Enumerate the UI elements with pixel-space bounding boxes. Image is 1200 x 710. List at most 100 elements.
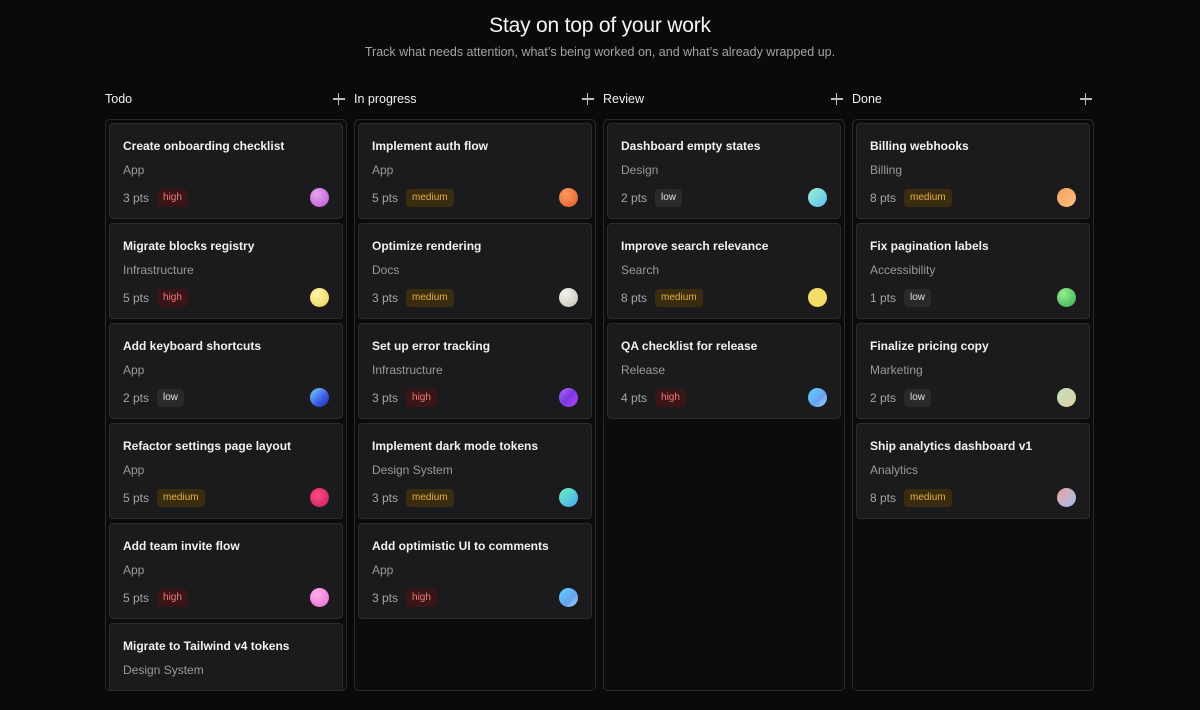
page-subtitle: Track what needs attention, what’s being… bbox=[364, 45, 836, 59]
task-card[interactable]: Billing webhooks Billing 8 pts medium bbox=[856, 123, 1090, 219]
card-meta: 5 pts medium bbox=[123, 488, 329, 507]
assignee-avatar[interactable] bbox=[1057, 488, 1076, 507]
priority-badge: medium bbox=[904, 188, 952, 207]
story-points: 3 pts bbox=[372, 390, 399, 405]
card-title: Create onboarding checklist bbox=[123, 139, 285, 153]
priority-badge: high bbox=[655, 388, 686, 407]
assignee-avatar[interactable] bbox=[808, 188, 827, 207]
card-meta: 2 pts low bbox=[123, 388, 329, 407]
card-meta: 3 pts medium bbox=[372, 488, 578, 507]
task-card[interactable]: Add optimistic UI to comments App 3 pts hig… bbox=[358, 523, 592, 619]
priority-badge: medium bbox=[406, 488, 454, 507]
story-points: 8 pts bbox=[621, 290, 648, 305]
card-meta: 4 pts high bbox=[621, 388, 827, 407]
assignee-avatar[interactable] bbox=[310, 188, 329, 207]
card-project: Docs bbox=[372, 263, 400, 277]
task-card[interactable]: Migrate to Tailwind v4 tokens Design Syst… bbox=[109, 623, 343, 690]
task-card[interactable]: Set up error tracking Infrastructure 3 pts… bbox=[358, 323, 592, 419]
task-card[interactable]: Optimize rendering Docs 3 pts medium bbox=[358, 223, 592, 319]
assignee-avatar[interactable] bbox=[559, 388, 578, 407]
card-meta: 2 pts low bbox=[621, 188, 827, 207]
story-points: 2 pts bbox=[123, 390, 150, 405]
card-meta: 3 pts high bbox=[372, 588, 578, 607]
priority-badge: medium bbox=[904, 488, 952, 507]
column-body: Create onboarding checklist App 3 pts high M… bbox=[105, 119, 347, 691]
card-project: Infrastructure bbox=[372, 363, 443, 377]
card-title: Optimize rendering bbox=[372, 239, 482, 253]
card-project: Design System bbox=[123, 663, 204, 677]
column-body: Implement auth flow App 5 pts medium Optimiz… bbox=[354, 119, 596, 691]
story-points: 3 pts bbox=[372, 290, 399, 305]
story-points: 1 pts bbox=[870, 290, 897, 305]
column-todo: Todo Create onboarding checklist App 3 pts h… bbox=[105, 88, 347, 691]
add-card-icon[interactable] bbox=[1080, 93, 1092, 105]
task-card[interactable]: Fix pagination labels Accessibility 1 pts l… bbox=[856, 223, 1090, 319]
priority-badge: low bbox=[655, 188, 683, 207]
page-title: Stay on top of your work bbox=[489, 14, 711, 37]
assignee-avatar[interactable] bbox=[310, 288, 329, 307]
task-card[interactable]: Improve search relevance Search 8 pts mediu… bbox=[607, 223, 841, 319]
card-project: Release bbox=[621, 363, 666, 377]
column-title: In progress bbox=[354, 92, 417, 106]
add-card-icon[interactable] bbox=[582, 93, 594, 105]
task-card[interactable]: QA checklist for release Release 4 pts high bbox=[607, 323, 841, 419]
task-card[interactable]: Implement auth flow App 5 pts medium bbox=[358, 123, 592, 219]
task-card[interactable]: Add keyboard shortcuts App 2 pts low bbox=[109, 323, 343, 419]
card-meta: 5 pts medium bbox=[372, 188, 578, 207]
card-meta: 5 pts high bbox=[123, 588, 329, 607]
priority-badge: medium bbox=[655, 288, 703, 307]
card-title: Finalize pricing copy bbox=[870, 339, 989, 353]
column-header: Todo bbox=[105, 88, 347, 110]
card-title: Ship analytics dashboard v1 bbox=[870, 439, 1033, 453]
column-header: Done bbox=[852, 88, 1094, 110]
card-title: QA checklist for release bbox=[621, 339, 758, 353]
card-meta: 8 pts medium bbox=[621, 288, 827, 307]
story-points: 2 pts bbox=[621, 190, 648, 205]
assignee-avatar[interactable] bbox=[1057, 288, 1076, 307]
task-card[interactable]: Migrate blocks registry Infrastructure 5 p… bbox=[109, 223, 343, 319]
add-card-icon[interactable] bbox=[831, 93, 843, 105]
card-title: Fix pagination labels bbox=[870, 239, 989, 253]
assignee-avatar[interactable] bbox=[808, 388, 827, 407]
assignee-avatar[interactable] bbox=[310, 388, 329, 407]
task-card[interactable]: Ship analytics dashboard v1 Analytics 8 pt… bbox=[856, 423, 1090, 519]
card-title: Add keyboard shortcuts bbox=[123, 339, 262, 353]
card-title: Implement dark mode tokens bbox=[372, 439, 539, 453]
assignee-avatar[interactable] bbox=[559, 188, 578, 207]
card-project: Design bbox=[621, 163, 659, 177]
column-review: Review Dashboard empty states Design 2 pts l… bbox=[603, 88, 845, 691]
card-project: Accessibility bbox=[870, 263, 936, 277]
task-card[interactable]: Create onboarding checklist App 3 pts high bbox=[109, 123, 343, 219]
priority-badge: low bbox=[904, 288, 932, 307]
card-meta: 3 pts high bbox=[123, 188, 329, 207]
card-project: Design System bbox=[372, 463, 453, 477]
story-points: 3 pts bbox=[372, 590, 399, 605]
column-header: In progress bbox=[354, 88, 596, 110]
assignee-avatar[interactable] bbox=[310, 588, 329, 607]
assignee-avatar[interactable] bbox=[559, 488, 578, 507]
task-card[interactable]: Dashboard empty states Design 2 pts low bbox=[607, 123, 841, 219]
card-meta: 2 pts low bbox=[870, 388, 1076, 407]
task-card[interactable]: Add team invite flow App 5 pts high bbox=[109, 523, 343, 619]
task-card[interactable]: Implement dark mode tokens Design System 3… bbox=[358, 423, 592, 519]
assignee-avatar[interactable] bbox=[1057, 188, 1076, 207]
task-card[interactable]: Finalize pricing copy Marketing 2 pts low bbox=[856, 323, 1090, 419]
assignee-avatar[interactable] bbox=[1057, 388, 1076, 407]
story-points: 5 pts bbox=[372, 190, 399, 205]
column-title: Todo bbox=[105, 92, 133, 106]
column-body: Dashboard empty states Design 2 pts low Impr… bbox=[603, 119, 845, 691]
story-points: 5 pts bbox=[123, 590, 150, 605]
assignee-avatar[interactable] bbox=[559, 288, 578, 307]
story-points: 3 pts bbox=[123, 190, 150, 205]
card-project: App bbox=[123, 463, 145, 477]
assignee-avatar[interactable] bbox=[310, 488, 329, 507]
column-title: Done bbox=[852, 92, 882, 106]
add-card-icon[interactable] bbox=[333, 93, 345, 105]
assignee-avatar[interactable] bbox=[559, 588, 578, 607]
story-points: 4 pts bbox=[621, 390, 648, 405]
column-body: Billing webhooks Billing 8 pts medium Fix pa… bbox=[852, 119, 1094, 691]
card-title: Refactor settings page layout bbox=[123, 439, 292, 453]
assignee-avatar[interactable] bbox=[808, 288, 827, 307]
task-card[interactable]: Refactor settings page layout App 5 pts med… bbox=[109, 423, 343, 519]
column-title: Review bbox=[603, 92, 644, 106]
